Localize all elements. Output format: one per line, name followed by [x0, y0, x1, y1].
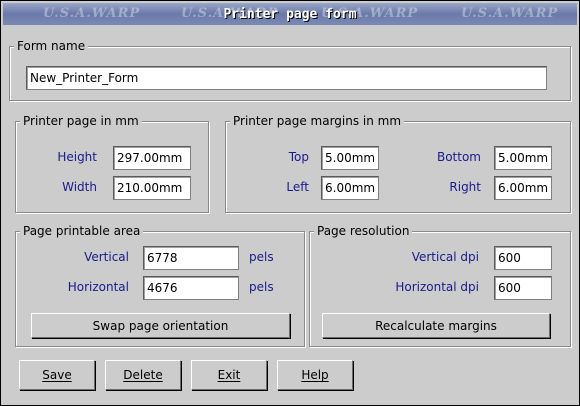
resolution-legend: Page resolution	[314, 224, 413, 238]
form-name-input[interactable]	[26, 66, 547, 90]
vertical-pels-unit: pels	[249, 250, 274, 264]
bottom-margin-input[interactable]	[494, 146, 552, 170]
form-name-legend: Form name	[14, 39, 89, 53]
left-margin-input[interactable]	[321, 176, 379, 200]
printer-page-form-window: U.S.A.WARP U.S.A.WARP U.S.A.WARP U.S.A.W…	[0, 0, 580, 406]
page-size-legend: Printer page in mm	[20, 114, 142, 128]
top-margin-label: Top	[288, 150, 309, 164]
right-margin-input[interactable]	[494, 176, 552, 200]
margins-legend: Printer page margins in mm	[230, 114, 405, 128]
recalculate-margins-button[interactable]: Recalculate margins	[322, 313, 550, 338]
swap-orientation-button[interactable]: Swap page orientation	[31, 313, 290, 338]
vertical-dpi-label: Vertical dpi	[411, 250, 479, 264]
help-button[interactable]: Help	[277, 360, 353, 390]
width-input[interactable]	[113, 176, 191, 200]
exit-button[interactable]: Exit	[191, 360, 267, 390]
height-label: Height	[57, 150, 97, 164]
printable-area-legend: Page printable area	[20, 224, 144, 238]
horizontal-pels-label: Horizontal	[67, 280, 129, 294]
width-label: Width	[62, 180, 97, 194]
delete-button[interactable]: Delete	[105, 360, 181, 390]
save-button[interactable]: Save	[19, 360, 95, 390]
horizontal-pels-unit: pels	[249, 280, 274, 294]
bottom-margin-label: Bottom	[436, 150, 481, 164]
top-margin-input[interactable]	[321, 146, 379, 170]
horizontal-dpi-label: Horizontal dpi	[395, 280, 479, 294]
vertical-pels-input[interactable]	[143, 246, 239, 270]
vertical-dpi-input[interactable]	[494, 246, 552, 270]
vertical-pels-label: Vertical	[84, 250, 129, 264]
left-margin-label: Left	[286, 180, 309, 194]
height-input[interactable]	[113, 146, 191, 170]
window-title: Printer page form	[223, 7, 357, 22]
title-bar[interactable]: U.S.A.WARP U.S.A.WARP U.S.A.WARP U.S.A.W…	[3, 3, 577, 25]
horizontal-pels-input[interactable]	[143, 276, 239, 300]
right-margin-label: Right	[449, 180, 481, 194]
horizontal-dpi-input[interactable]	[494, 276, 552, 300]
